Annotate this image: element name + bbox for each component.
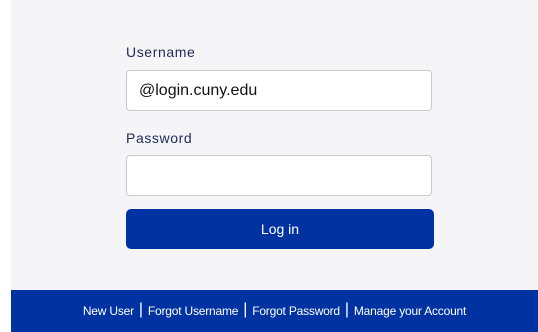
forgot-password-link[interactable]: Forgot Password — [252, 304, 340, 318]
forgot-username-link[interactable]: Forgot Username — [148, 304, 239, 318]
password-input[interactable] — [126, 155, 432, 196]
login-button[interactable]: Log in — [126, 209, 434, 249]
username-input[interactable] — [126, 70, 432, 111]
footer-separator: | — [344, 301, 349, 318]
footer-separator: | — [243, 301, 248, 318]
footer-link-bar: New User | Forgot Username | Forgot Pass… — [11, 290, 538, 332]
new-user-link[interactable]: New User — [83, 304, 134, 318]
username-label: Username — [126, 44, 196, 60]
password-label: Password — [126, 130, 193, 146]
footer-separator: | — [138, 301, 143, 318]
manage-account-link[interactable]: Manage your Account — [354, 304, 466, 318]
